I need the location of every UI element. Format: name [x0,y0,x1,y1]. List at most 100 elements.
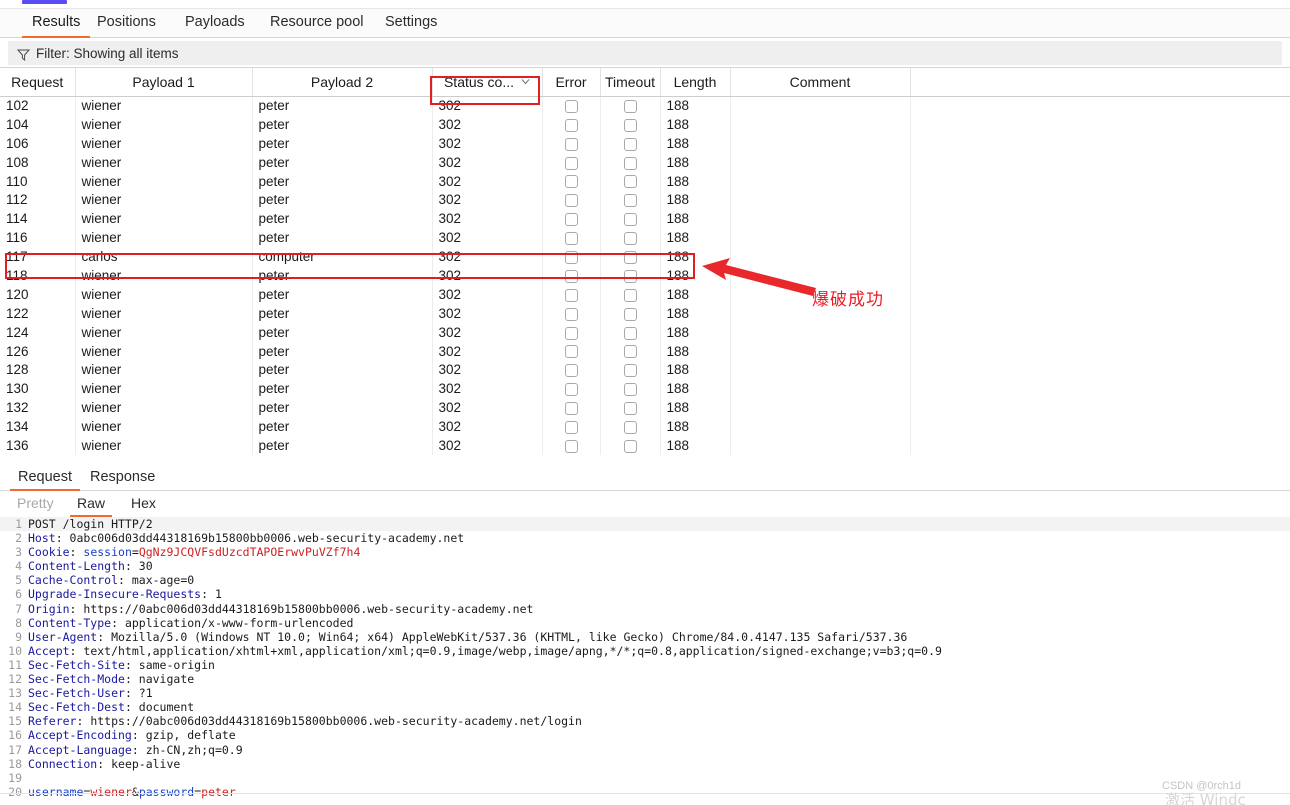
results-table-container[interactable]: Request Payload 1 Payload 2 Status co... Err… [0,67,1290,465]
error-checkbox[interactable] [564,269,578,283]
table-row[interactable]: 130 wiener peter 302 188 [0,379,1290,399]
timeout-checkbox[interactable] [623,100,637,114]
timeout-checkbox[interactable] [623,175,637,189]
table-row[interactable]: 116 wiener peter 302 188 [0,228,1290,248]
code-line: 20 username=wiener&password=peter [0,785,1290,799]
table-row[interactable]: 124 wiener peter 302 188 [0,322,1290,342]
error-checkbox[interactable] [564,364,578,378]
column-header-length[interactable]: Length [660,68,731,97]
error-checkbox[interactable] [564,118,578,132]
error-checkbox[interactable] [564,100,578,114]
error-checkbox[interactable] [564,251,578,264]
attack-tabbar: Results Positions Payloads Resource pool Set… [0,9,1290,38]
error-checkbox[interactable] [564,439,578,453]
column-header-extra[interactable] [910,68,1290,97]
timeout-checkbox[interactable] [623,307,637,321]
timeout-checkbox[interactable] [623,213,637,227]
code-line: 2 Host: 0abc006d03dd44318169b15800bb0006.… [0,531,1290,545]
timeout-checkbox-cell [600,209,661,229]
column-header-payload1[interactable]: Payload 1 [75,68,253,97]
error-checkbox[interactable] [564,421,578,435]
timeout-checkbox[interactable] [623,288,637,302]
table-row[interactable]: 106 wiener peter 302 188 [0,133,1290,153]
table-row[interactable]: 118 wiener peter 302 188 [0,266,1290,285]
cell-request: 104 [0,114,76,134]
code-line-content: Cache-Control: max-age=0 [28,573,194,587]
error-checkbox[interactable] [564,137,578,151]
timeout-checkbox[interactable] [623,137,637,151]
column-header-error[interactable]: Error [542,68,601,97]
cell-comment [730,322,911,342]
column-header-comment[interactable]: Comment [730,68,911,97]
timeout-checkbox[interactable] [623,326,637,340]
table-row[interactable]: 122 wiener peter 302 188 [0,303,1290,323]
error-checkbox[interactable] [564,383,578,397]
timeout-checkbox[interactable] [623,402,637,416]
error-checkbox[interactable] [564,345,578,359]
tab-results[interactable]: Results [22,9,91,38]
extra-cell [910,284,1290,304]
timeout-checkbox-cell [600,417,661,437]
view-tab-pretty[interactable]: Pretty [8,491,63,517]
view-tab-raw[interactable]: Raw [68,491,114,517]
timeout-checkbox[interactable] [623,194,637,208]
column-header-request[interactable]: Request [0,68,76,97]
timeout-checkbox[interactable] [623,232,637,246]
tab-payloads[interactable]: Payloads [175,9,255,38]
message-tab-request[interactable]: Request [8,465,82,491]
chevron-down-icon[interactable] [521,73,530,85]
timeout-checkbox-cell [600,341,661,361]
timeout-checkbox[interactable] [623,345,637,359]
table-row[interactable]: 132 wiener peter 302 188 [0,398,1290,418]
error-checkbox[interactable] [564,175,578,189]
tab-positions[interactable]: Positions [87,9,166,38]
table-row[interactable]: 114 wiener peter 302 188 [0,209,1290,229]
table-row[interactable]: 134 wiener peter 302 188 [0,417,1290,437]
table-row[interactable]: 102 wiener peter 302 188 [0,96,1290,115]
view-tab-hex[interactable]: Hex [122,491,165,517]
code-token: Content-Type [28,615,112,630]
table-row[interactable]: 104 wiener peter 302 188 [0,114,1290,134]
error-checkbox[interactable] [564,232,578,246]
column-header-payload2[interactable]: Payload 2 [252,68,433,97]
timeout-checkbox[interactable] [623,383,637,397]
message-tab-response[interactable]: Response [80,465,165,491]
code-line-content: Sec-Fetch-Site: same-origin [28,658,215,672]
timeout-checkbox[interactable] [623,439,637,453]
timeout-checkbox[interactable] [623,118,637,132]
table-row[interactable]: 110 wiener peter 302 188 [0,171,1290,191]
tab-settings[interactable]: Settings [375,9,447,38]
table-row[interactable]: 117 carlos computer 302 188 [0,247,1290,267]
code-line-content: Connection: keep-alive [28,757,180,771]
column-header-timeout[interactable]: Timeout [600,68,661,97]
code-token: QgNz9JCQVFsdUzcdTAPOErwvPuVZf7h4 [138,545,361,560]
error-checkbox[interactable] [564,213,578,227]
raw-request-viewer[interactable]: 1 POST /login HTTP/2 2 Host: 0abc006d03dd44… [0,517,1290,805]
timeout-checkbox[interactable] [623,156,637,170]
view-mode-tabbar: Pretty Raw Hex [0,491,1290,517]
table-row[interactable]: 108 wiener peter 302 188 [0,152,1290,172]
timeout-checkbox[interactable] [623,421,637,435]
table-row[interactable]: 126 wiener peter 302 188 [0,341,1290,361]
error-checkbox[interactable] [564,326,578,340]
error-checkbox[interactable] [564,307,578,321]
table-row[interactable]: 120 wiener peter 302 188 [0,284,1290,304]
tab-resource-pool[interactable]: Resource pool [260,9,374,38]
timeout-checkbox[interactable] [623,364,637,378]
cell-status: 302 [432,436,543,455]
error-checkbox[interactable] [564,156,578,170]
timeout-checkbox[interactable] [623,269,637,283]
cell-status: 302 [432,96,543,115]
error-checkbox[interactable] [564,288,578,302]
filter-button[interactable]: Filter: Showing all items [8,41,1282,65]
error-checkbox[interactable] [564,402,578,416]
extra-cell [910,322,1290,342]
cell-payload1: wiener [75,133,253,153]
column-header-status[interactable]: Status co... [432,68,543,97]
table-row[interactable]: 128 wiener peter 302 188 [0,360,1290,380]
timeout-checkbox[interactable] [623,251,637,264]
error-checkbox[interactable] [564,194,578,208]
table-row[interactable]: 112 wiener peter 302 188 [0,190,1290,210]
cell-length: 188 [660,133,731,153]
table-row[interactable]: 136 wiener peter 302 188 [0,436,1290,455]
